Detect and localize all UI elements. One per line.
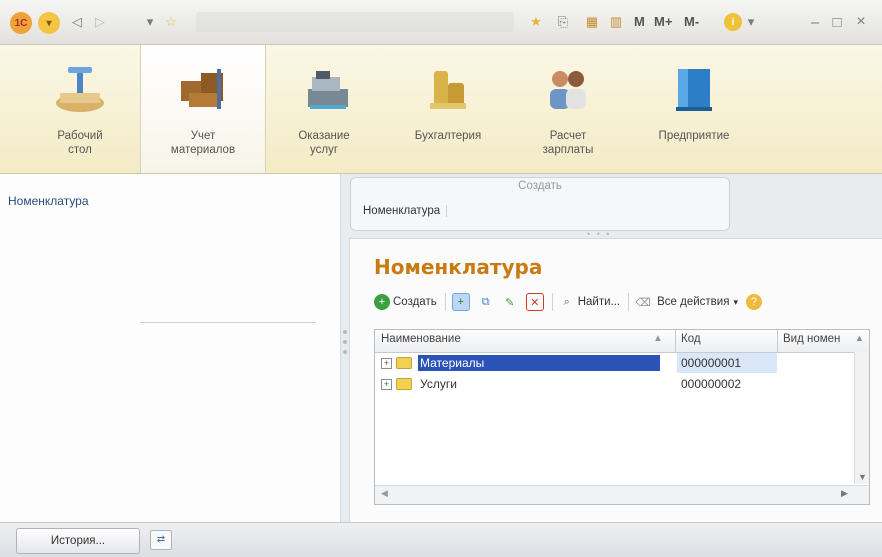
column-divider — [675, 330, 676, 352]
info-icon[interactable]: i — [724, 13, 742, 31]
navigation-panel: Номенклатура — [0, 174, 341, 522]
form-title: Номенклатура — [374, 255, 543, 279]
folder-icon — [396, 378, 412, 390]
column-divider — [777, 330, 778, 352]
section-label: Расчет зарплаты — [542, 130, 594, 156]
minimize-button[interactable]: – — [808, 13, 822, 31]
expand-icon[interactable]: + — [381, 357, 392, 369]
section-desktop[interactable]: Рабочий стол — [28, 45, 132, 173]
memory-minus-button[interactable]: M- — [684, 14, 699, 29]
splitter-dot[interactable] — [343, 350, 347, 354]
expand-icon[interactable]: + — [381, 378, 392, 390]
section-label: Бухгалтерия — [414, 130, 482, 142]
row-name: Услуги — [420, 377, 457, 391]
cancel-search-icon[interactable]: ⌫ — [635, 294, 651, 310]
section-materials[interactable]: Учет материалов — [140, 45, 266, 173]
search-icon: ⌕ — [563, 295, 570, 308]
list-form: Номенклатура + Создать + ⧉ ✎ ✕ ⌕ Найти..… — [349, 238, 882, 523]
command-bar: + Создать + ⧉ ✎ ✕ ⌕ Найти... ⌫ Все дейст… — [374, 291, 765, 313]
edit-pencil-icon[interactable]: ✎ — [502, 294, 518, 310]
people-icon — [550, 71, 586, 109]
table-row[interactable]: + Материалы 000000001 — [375, 353, 855, 373]
plus-circle-icon: + — [374, 294, 390, 310]
history-button[interactable]: История... — [16, 528, 140, 554]
column-header-name[interactable]: Наименование — [381, 333, 461, 345]
column-header-code[interactable]: Код — [681, 333, 701, 345]
folder-icon — [396, 357, 412, 369]
column-header-type[interactable]: Вид номен — [783, 333, 847, 345]
splitter-dot[interactable] — [343, 330, 347, 334]
section-label: Оказание услуг — [298, 130, 350, 156]
sort-indicator-icon: ▲ — [653, 333, 663, 344]
section-label: Предприятие — [658, 130, 730, 142]
create-panel-title: Создать — [518, 180, 562, 192]
back-arrow-icon[interactable]: ◁ — [68, 13, 86, 31]
scroll-down-icon[interactable]: ▼ — [858, 472, 867, 482]
row-name-cell: + Материалы — [381, 355, 660, 371]
create-button[interactable]: + Создать — [374, 294, 437, 310]
title-area — [196, 12, 514, 32]
row-code: 000000001 — [681, 356, 742, 370]
create-group-icon[interactable]: + — [451, 293, 470, 311]
table-row[interactable]: + Услуги 000000002 — [375, 374, 855, 394]
coins-icon — [430, 71, 466, 109]
section-enterprise[interactable]: Предприятие — [642, 45, 746, 173]
find-button-label: Найти... — [577, 296, 621, 308]
add-favorite-icon[interactable]: ★ — [526, 13, 546, 31]
row-name-cell: + Услуги — [381, 376, 459, 392]
favorites-star-icon[interactable]: ☆ — [162, 13, 180, 31]
scroll-left-icon[interactable]: ◀ — [381, 488, 388, 499]
splitter-dot[interactable] — [343, 340, 347, 344]
desk-icon — [56, 67, 104, 112]
app-logo-icon[interactable]: 1С — [10, 12, 32, 34]
calculator-icon[interactable]: ▦ — [584, 13, 600, 31]
info-dropdown-icon[interactable]: ▾ — [746, 13, 756, 31]
memory-m-button[interactable]: M — [634, 14, 645, 29]
section-label: Рабочий стол — [57, 130, 103, 156]
cash-register-icon — [308, 71, 348, 109]
nomenclature-table: Наименование ▲ Код Вид номен ▲ + Материа… — [374, 329, 870, 505]
scroll-up-icon[interactable]: ▲ — [855, 333, 864, 343]
status-bar: История... ⇄ — [0, 522, 882, 557]
separator — [444, 293, 446, 311]
horizontal-scrollbar[interactable]: ◀ ▶ — [375, 485, 869, 504]
separator — [551, 293, 553, 311]
dropdown-icon[interactable]: ▾ — [144, 13, 156, 31]
row-name: Материалы — [418, 355, 660, 371]
all-actions-button[interactable]: Все действия ▾ — [657, 296, 738, 308]
title-bar: 1С ▾ ◁ ▷ ▾ ☆ ★ ⎘ ▦ ▥ M M+ M- i ▾ – □ × — [0, 0, 882, 45]
copy-icon[interactable]: ⧉ — [478, 294, 494, 310]
building-icon — [676, 69, 712, 111]
close-button[interactable]: × — [854, 13, 868, 31]
section-label: Учет материалов — [170, 130, 236, 156]
forward-arrow-icon[interactable]: ▷ — [92, 13, 108, 31]
section-payroll[interactable]: Расчет зарплаты — [516, 45, 620, 173]
app-logo-label: 1С — [14, 17, 28, 29]
scroll-right-icon[interactable]: ▶ — [841, 488, 848, 499]
row-code: 000000002 — [681, 377, 742, 391]
memory-plus-button[interactable]: M+ — [654, 14, 672, 29]
section-accounting[interactable]: Бухгалтерия — [396, 45, 500, 173]
sections-panel: Рабочий стол Учет материалов Оказание ус… — [0, 45, 882, 174]
table-header: Наименование ▲ Код Вид номен ▲ — [375, 330, 869, 353]
create-nomenclature-link[interactable]: Номенклатура — [363, 205, 448, 217]
all-actions-label: Все действия — [657, 296, 730, 308]
delete-mark-icon[interactable]: ✕ — [525, 293, 544, 311]
link-icon[interactable]: ⎘ — [556, 13, 570, 31]
window-switch-icon[interactable]: ⇄ — [150, 530, 172, 550]
chevron-down-icon: ▾ — [733, 296, 738, 307]
help-icon[interactable]: ? — [745, 294, 762, 310]
boxes-icon — [181, 69, 223, 109]
nav-link-nomenclature[interactable]: Номенклатура — [8, 194, 89, 208]
create-panel: Создать Номенклатура — [350, 177, 730, 231]
separator — [628, 293, 630, 311]
calendar-icon[interactable]: ▥ — [608, 13, 624, 31]
nav-divider — [140, 322, 316, 323]
maximize-button[interactable]: □ — [830, 13, 844, 31]
create-button-label: Создать — [393, 296, 437, 308]
vertical-scrollbar[interactable]: ▼ — [854, 352, 869, 484]
main-menu-icon[interactable]: ▾ — [38, 12, 60, 34]
section-services[interactable]: Оказание услуг — [276, 45, 380, 173]
find-button[interactable]: ⌕ Найти... — [559, 294, 621, 310]
